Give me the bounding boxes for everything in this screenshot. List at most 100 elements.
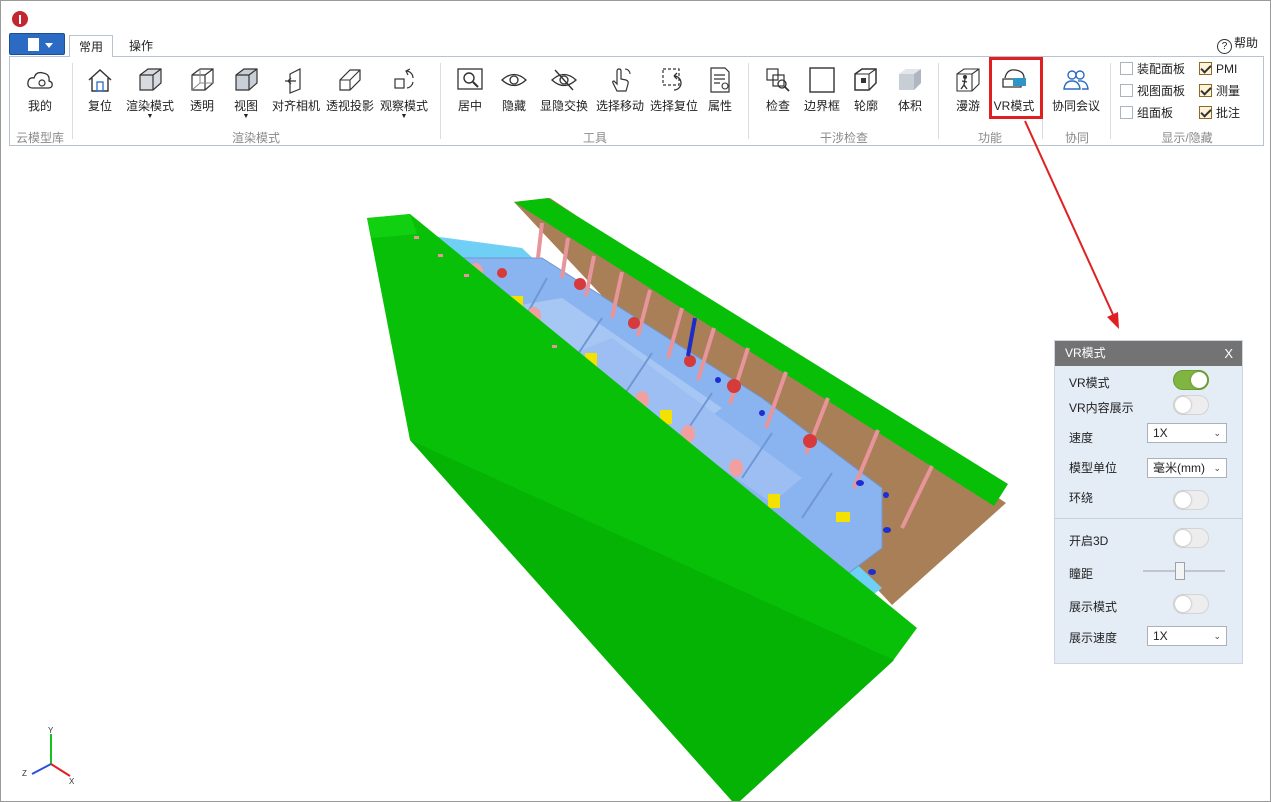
eye-slash-icon bbox=[549, 65, 579, 95]
meeting-button[interactable]: 协同会议 bbox=[1050, 57, 1102, 127]
eye-icon bbox=[499, 65, 529, 95]
y-axis-label: Y bbox=[48, 726, 54, 735]
title-bar bbox=[1, 1, 1270, 31]
pupil-distance-label: 瞳距 bbox=[1069, 567, 1094, 581]
group-label-render: 渲染模式 bbox=[231, 131, 280, 145]
zoom-center-icon bbox=[455, 65, 485, 95]
align-camera-icon bbox=[281, 65, 311, 95]
checkbox-pmi[interactable]: PMI bbox=[1199, 61, 1237, 77]
dropdown-arrow-icon: ▼ bbox=[242, 113, 250, 120]
my-cloud-button[interactable]: 我的 bbox=[20, 57, 60, 127]
app-window: 常用 操作 ? 帮助 我的 云模型库 复位 渲染模式 ▼ 透明 视图 ▼ 对齐相… bbox=[0, 0, 1271, 802]
perspective-icon bbox=[335, 65, 365, 95]
close-icon[interactable]: X bbox=[1224, 341, 1233, 366]
chevron-down-icon bbox=[45, 43, 53, 48]
speed-value: 1X bbox=[1153, 426, 1168, 440]
align-camera-button[interactable]: 对齐相机 bbox=[270, 57, 322, 127]
file-menu-button[interactable] bbox=[9, 33, 65, 55]
checkbox-measure[interactable]: 测量 bbox=[1199, 83, 1240, 99]
cloud-icon bbox=[25, 65, 55, 95]
speed-select[interactable]: 1X ⌄ bbox=[1147, 423, 1227, 443]
group-label-interference: 干涉检查 bbox=[819, 131, 868, 145]
checkbox-label: 批注 bbox=[1216, 106, 1241, 120]
check-button[interactable]: 检查 bbox=[758, 57, 798, 127]
checkbox-label: 测量 bbox=[1216, 84, 1241, 98]
checkbox-view-panel[interactable]: 视图面板 bbox=[1120, 83, 1185, 99]
checkbox-group-panel[interactable]: 组面板 bbox=[1120, 105, 1173, 121]
render-mode-label: 渲染模式 bbox=[125, 99, 174, 113]
help-label: 帮助 bbox=[1233, 36, 1258, 50]
display-mode-toggle[interactable] bbox=[1173, 594, 1209, 614]
chevron-down-icon: ⌄ bbox=[1213, 463, 1221, 473]
vr-mode-label: VR模式 bbox=[1069, 376, 1110, 390]
tab-operation[interactable]: 操作 bbox=[119, 35, 163, 57]
divider bbox=[1055, 518, 1242, 519]
observe-mode-button[interactable]: 观察模式 ▼ bbox=[378, 57, 430, 127]
orbit-label: 环绕 bbox=[1069, 491, 1094, 505]
render-mode-button[interactable]: 渲染模式 ▼ bbox=[124, 57, 176, 127]
center-button[interactable]: 居中 bbox=[450, 57, 490, 127]
enable-3d-toggle[interactable] bbox=[1173, 528, 1209, 548]
help-button[interactable]: ? 帮助 bbox=[1216, 34, 1258, 54]
pupil-distance-slider[interactable] bbox=[1143, 562, 1225, 580]
x-axis-label: X bbox=[69, 777, 75, 786]
display-speed-select[interactable]: 1X ⌄ bbox=[1147, 626, 1227, 646]
model-unit-value: 毫米(mm) bbox=[1153, 461, 1205, 475]
select-move-button[interactable]: 选择移动 bbox=[594, 57, 646, 127]
separator bbox=[748, 63, 749, 139]
bounding-box-icon bbox=[807, 65, 837, 95]
observe-mode-label: 观察模式 bbox=[379, 99, 428, 113]
volume-button[interactable]: 体积 bbox=[890, 57, 930, 127]
bounding-box-button[interactable]: 边界框 bbox=[802, 57, 842, 127]
vr-mode-toggle[interactable] bbox=[1173, 370, 1209, 390]
cube-view-icon bbox=[231, 65, 261, 95]
swap-visibility-button[interactable]: 显隐交换 bbox=[538, 57, 590, 127]
select-reset-button[interactable]: 选择复位 bbox=[648, 57, 700, 127]
perspective-label: 透视投影 bbox=[325, 99, 374, 113]
document-icon bbox=[28, 38, 39, 51]
orbit-toggle[interactable] bbox=[1173, 490, 1209, 510]
hide-button[interactable]: 隐藏 bbox=[494, 57, 534, 127]
outline-button[interactable]: 轮廓 bbox=[846, 57, 886, 127]
walkthrough-label: 漫游 bbox=[955, 99, 980, 113]
my-cloud-label: 我的 bbox=[27, 99, 52, 113]
model-unit-label: 模型单位 bbox=[1069, 461, 1118, 475]
walkthrough-button[interactable]: 漫游 bbox=[948, 57, 988, 127]
slider-thumb[interactable] bbox=[1175, 562, 1185, 580]
reset-view-button[interactable]: 复位 bbox=[80, 57, 120, 127]
center-label: 居中 bbox=[457, 99, 482, 113]
vr-content-toggle[interactable] bbox=[1173, 395, 1209, 415]
interference-check-icon bbox=[763, 65, 793, 95]
separator bbox=[1110, 63, 1111, 139]
transparent-label: 透明 bbox=[189, 99, 214, 113]
checkbox-icon bbox=[1120, 106, 1133, 119]
properties-label: 属性 bbox=[707, 99, 732, 113]
volume-cube-icon bbox=[895, 65, 925, 95]
display-speed-value: 1X bbox=[1153, 629, 1168, 643]
select-move-label: 选择移动 bbox=[595, 99, 644, 113]
view-button[interactable]: 视图 ▼ bbox=[226, 57, 266, 127]
perspective-button[interactable]: 透视投影 bbox=[324, 57, 376, 127]
hand-pointer-icon bbox=[605, 65, 635, 95]
checkbox-assembly-panel[interactable]: 装配面板 bbox=[1120, 61, 1185, 77]
transparent-button[interactable]: 透明 bbox=[182, 57, 222, 127]
chevron-down-icon: ⌄ bbox=[1213, 428, 1221, 438]
group-label-collab: 协同 bbox=[1064, 131, 1089, 145]
checkbox-annotation[interactable]: 批注 bbox=[1199, 105, 1240, 121]
observe-mode-icon bbox=[389, 65, 419, 95]
group-label-cloud: 云模型库 bbox=[15, 131, 64, 145]
group-label-features: 功能 bbox=[977, 131, 1002, 145]
separator bbox=[440, 63, 441, 139]
walk-person-icon bbox=[953, 65, 983, 95]
align-camera-label: 对齐相机 bbox=[271, 99, 320, 113]
display-mode-label: 展示模式 bbox=[1069, 600, 1118, 614]
z-axis-label: Z bbox=[22, 769, 27, 778]
reset-label: 复位 bbox=[87, 99, 112, 113]
cube-solid-icon bbox=[135, 65, 165, 95]
tab-common[interactable]: 常用 bbox=[69, 35, 113, 57]
help-icon: ? bbox=[1216, 39, 1232, 54]
checkbox-label: 视图面板 bbox=[1137, 84, 1186, 98]
properties-button[interactable]: 属性 bbox=[700, 57, 740, 127]
model-unit-select[interactable]: 毫米(mm) ⌄ bbox=[1147, 458, 1227, 478]
speed-label: 速度 bbox=[1069, 431, 1094, 445]
